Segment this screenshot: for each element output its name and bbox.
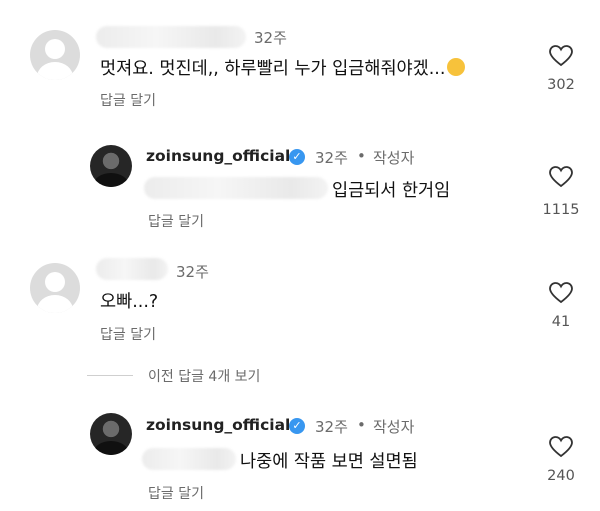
username-link[interactable]: zoinsung_official xyxy=(146,416,290,434)
verified-badge-icon: ✓ xyxy=(289,149,305,165)
avatar-silhouette xyxy=(94,173,128,187)
blurred-mention xyxy=(144,177,328,199)
comment-text-content: 멋져요. 멋진데,, 하루빨리 누가 입금해줘야겠... xyxy=(100,59,446,79)
avatar-silhouette xyxy=(94,441,128,455)
comment-time: 32주 xyxy=(315,149,348,167)
like-count: 302 xyxy=(547,77,575,93)
separator-dot: • xyxy=(357,416,366,434)
comment-time: 32주 xyxy=(315,418,348,436)
author-tag: 작성자 xyxy=(373,149,415,167)
comment-text: 오빠...? xyxy=(100,292,159,312)
blurred-username xyxy=(96,258,168,280)
comment-text: 나중에 작품 보면 설면됨 xyxy=(240,452,418,472)
comment-text: 멋져요. 멋진데,, 하루빨리 누가 입금해줘야겠... xyxy=(100,55,466,80)
like-count: 1115 xyxy=(542,202,580,218)
avatar-body-shape xyxy=(37,295,73,313)
like-count: 41 xyxy=(551,314,571,330)
heart-icon[interactable] xyxy=(549,166,573,188)
blurred-username xyxy=(96,26,246,48)
comment-time: 32주 xyxy=(254,29,287,47)
like-count: 240 xyxy=(547,468,575,484)
comment-text: 입금되서 한거임 xyxy=(332,181,451,201)
avatar-zoinsung[interactable] xyxy=(90,413,132,455)
separator-dot: • xyxy=(357,147,366,165)
reply-button[interactable]: 답글 달기 xyxy=(148,211,204,231)
heart-icon[interactable] xyxy=(549,45,573,67)
comment-time: 32주 xyxy=(176,263,209,281)
view-previous-replies-button[interactable]: 이전 답글 4개 보기 xyxy=(148,366,260,386)
reply-button[interactable]: 답글 달기 xyxy=(100,324,156,344)
avatar-default-user[interactable] xyxy=(30,263,80,313)
avatar-head-shape xyxy=(45,272,65,292)
replies-divider xyxy=(87,375,133,376)
author-tag: 작성자 xyxy=(373,418,415,436)
avatar-head-shape xyxy=(45,39,65,59)
avatar-zoinsung[interactable] xyxy=(90,145,132,187)
reply-button[interactable]: 답글 달기 xyxy=(100,90,156,110)
avatar-default-user[interactable] xyxy=(30,30,80,80)
reply-button[interactable]: 답글 달기 xyxy=(148,483,204,503)
avatar-body-shape xyxy=(37,62,73,80)
blurred-mention xyxy=(142,448,236,470)
heart-icon[interactable] xyxy=(549,436,573,458)
heart-icon[interactable] xyxy=(549,282,573,304)
username-link[interactable]: zoinsung_official xyxy=(146,147,290,165)
laughing-emoji-icon xyxy=(447,58,466,76)
verified-badge-icon: ✓ xyxy=(289,418,305,434)
